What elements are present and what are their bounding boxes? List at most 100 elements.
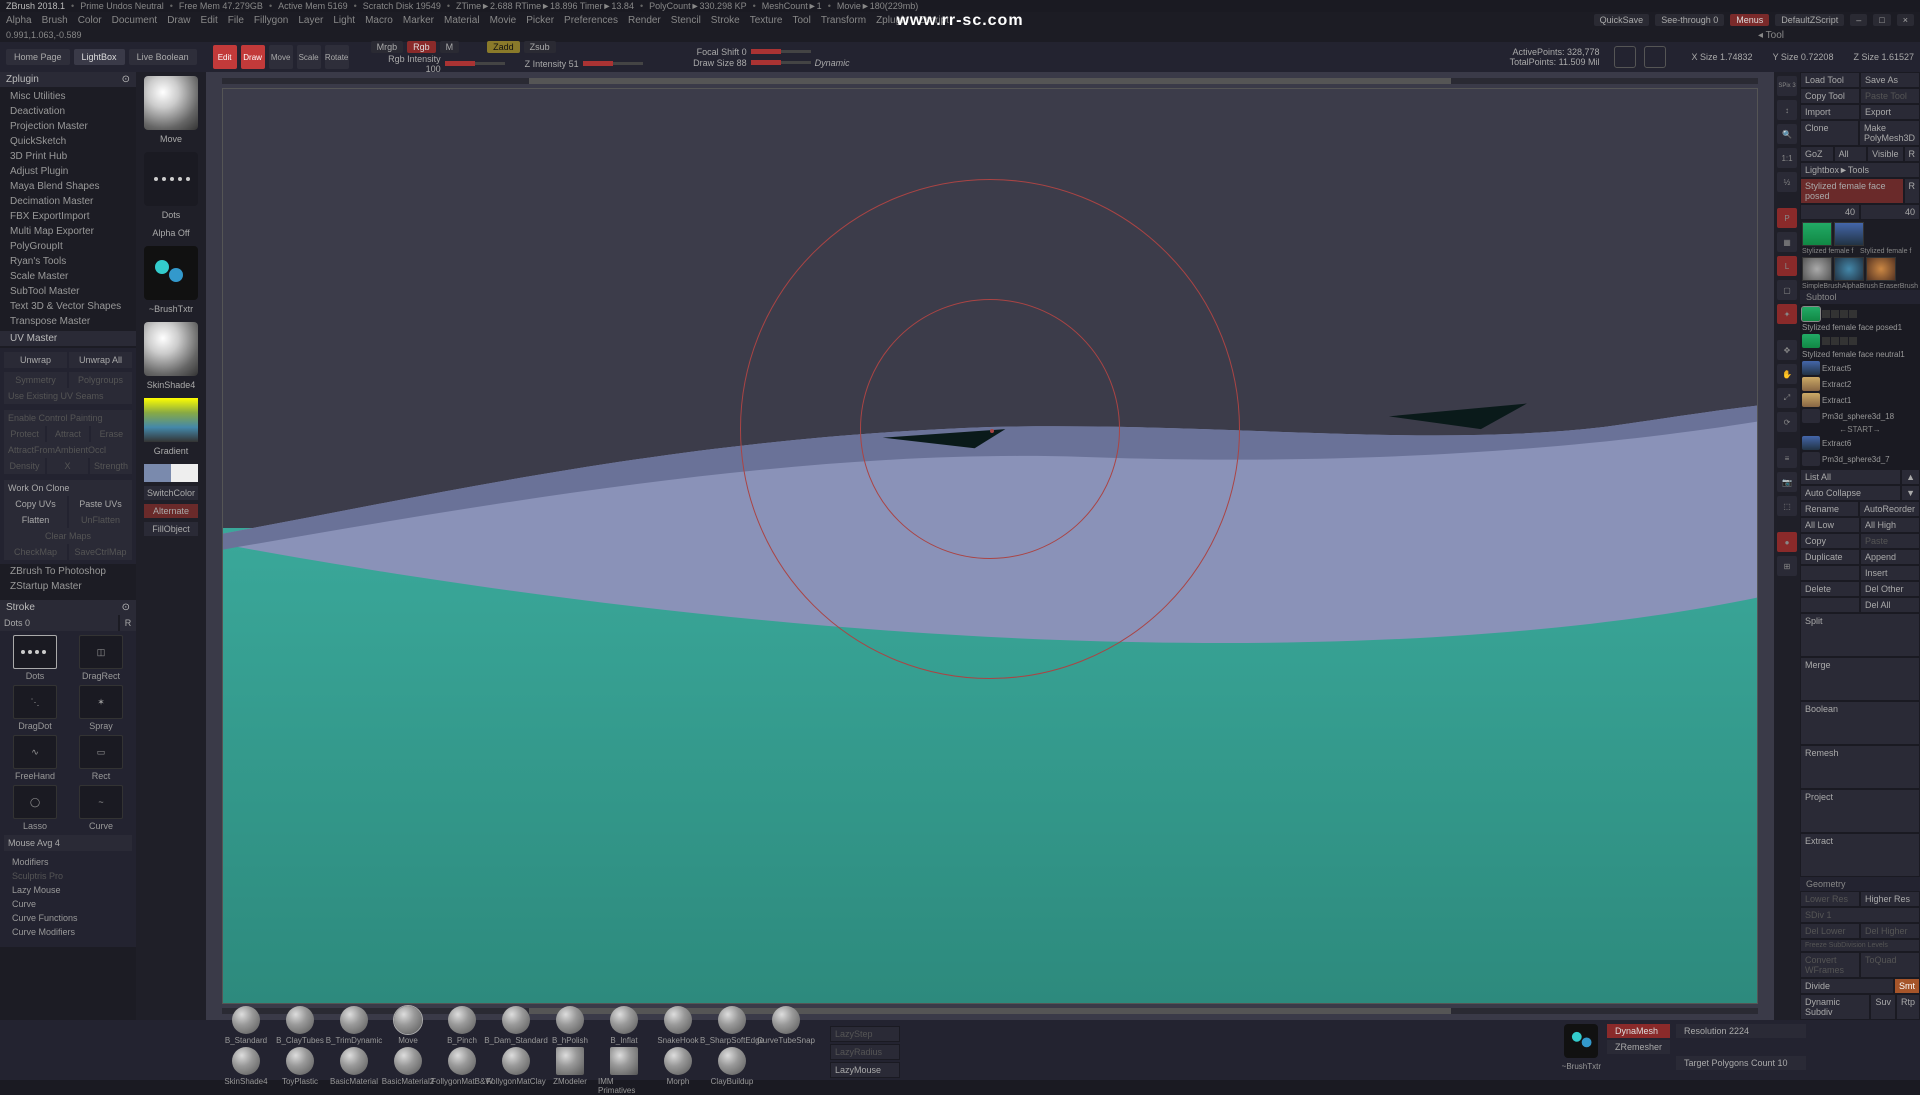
menu-preferences[interactable]: Preferences [564,15,618,26]
draw-size-slider[interactable]: Draw Size 88 [677,58,747,68]
alpha-swatch[interactable] [144,246,198,300]
menu-draw[interactable]: Draw [167,15,190,26]
shelf-brush[interactable]: B_ClayTubes [274,1006,326,1045]
subtool-row[interactable]: Extract1 [1802,392,1918,408]
menu-tool[interactable]: Tool [793,15,811,26]
merge-section[interactable]: Merge [1800,657,1920,701]
remesh-section[interactable]: Remesh [1800,745,1920,789]
material-swatch[interactable] [144,322,198,376]
rotate-view-icon[interactable]: ⟳ [1777,412,1797,432]
zplugin-item[interactable]: Projection Master [0,119,136,134]
tool-thumb[interactable] [1834,257,1864,281]
xyz-icon[interactable]: ✦ [1777,304,1797,324]
boolean-section[interactable]: Boolean [1800,701,1920,745]
zsub-button[interactable]: Zsub [524,41,556,53]
shelf-brush[interactable]: Move [382,1006,434,1045]
stroke-dragdot[interactable]: ⋱DragDot [4,685,66,731]
color-swatch[interactable] [144,464,198,482]
stroke-dots[interactable]: Dots [4,635,66,681]
resolution-slider[interactable]: Resolution 2224 [1676,1024,1806,1038]
menu-edit[interactable]: Edit [201,15,218,26]
goz-button[interactable]: GoZ [1800,146,1834,162]
stroke-freehand[interactable]: ∿FreeHand [4,735,66,781]
quicksave-button[interactable]: QuickSave [1594,14,1650,26]
window-max-icon[interactable]: □ [1873,14,1890,26]
menu-material[interactable]: Material [444,15,480,26]
shelf-mat[interactable]: ToyPlastic [274,1047,326,1095]
zplugin-item[interactable]: 3D Print Hub [0,149,136,164]
zplugin-item[interactable]: FBX ExportImport [0,209,136,224]
zplugin-item[interactable]: QuickSketch [0,134,136,149]
scale-mode-icon[interactable]: Scale [297,45,321,69]
export-button[interactable]: Export [1860,104,1920,120]
menu-picker[interactable]: Picker [526,15,554,26]
split-section[interactable]: Split [1800,613,1920,657]
use-seams-toggle[interactable]: Use Existing UV Seams [4,388,132,404]
menu-transform[interactable]: Transform [821,15,866,26]
subtool-row[interactable]: Extract2 [1802,376,1918,392]
append-button[interactable]: Append [1860,549,1920,565]
insert-button[interactable]: Insert [1860,565,1920,581]
stroke-curve-mod[interactable]: Curve Modifiers [4,925,132,939]
gizmo-a-icon[interactable] [1614,46,1636,68]
camw-icon[interactable]: 📷 [1777,472,1797,492]
divide-button[interactable]: Divide [1800,978,1894,994]
rgb-intensity-slider[interactable]: Rgb Intensity 100 [371,54,441,74]
zplugin-header[interactable]: Zplugin⊙ [0,72,136,87]
mrgb-button[interactable]: Mrgb [371,41,404,53]
delete-button[interactable]: Delete [1800,581,1860,597]
window-min-icon[interactable]: – [1850,14,1867,26]
menu-brush[interactable]: Brush [42,15,68,26]
shelf-mat[interactable]: BasicMaterial2 [382,1047,434,1095]
zbrush-to-photoshop[interactable]: ZBrush To Photoshop [0,564,136,579]
move-mode-icon[interactable]: Move [269,45,293,69]
current-tool[interactable]: Stylized female face posed [1800,178,1904,204]
shelf-mat[interactable]: FollygonMatB&W [436,1047,488,1095]
actual-icon[interactable]: 1:1 [1777,148,1797,168]
window-close-icon[interactable]: × [1897,14,1914,26]
copy-tool-button[interactable]: Copy Tool [1800,88,1860,104]
defaultzscript-button[interactable]: DefaultZScript [1775,14,1844,26]
stroke-dragrect[interactable]: ◫DragRect [70,635,132,681]
scale-view-icon[interactable]: ⤢ [1777,388,1797,408]
zplugin-item[interactable]: Transpose Master [0,314,136,329]
stroke-spray[interactable]: ✶Spray [70,685,132,731]
menu-marker[interactable]: Marker [403,15,434,26]
stroke-rect[interactable]: ▭Rect [70,735,132,781]
lightbox-button[interactable]: LightBox [74,49,125,65]
enable-control-painting[interactable]: Enable Control Painting [4,410,132,426]
tool-thumb[interactable] [1866,257,1896,281]
dynamic-subdiv[interactable]: Dynamic Subdiv [1800,994,1870,1020]
shelf-brush[interactable]: CurveTubeSnap [760,1006,812,1045]
top-scrollbar[interactable] [222,78,1758,84]
menu-stencil[interactable]: Stencil [671,15,701,26]
shelf-mat[interactable]: SkinShade4 [220,1047,272,1095]
viewport[interactable] [222,88,1758,1004]
polygroups-toggle[interactable]: Polygroups [69,372,132,388]
subtool-header[interactable]: Subtool [1800,290,1920,304]
menus-button[interactable]: Menus [1730,14,1769,26]
gizmo-b-icon[interactable] [1644,46,1666,68]
zplugin-item[interactable]: Maya Blend Shapes [0,179,136,194]
stroke-curve-fn[interactable]: Curve Functions [4,911,132,925]
subtool-row[interactable]: Extract6 [1802,435,1918,451]
zplugin-item[interactable]: Adjust Plugin [0,164,136,179]
rgb-button[interactable]: Rgb [407,41,436,53]
higher-res-button[interactable]: Higher Res [1860,891,1920,907]
zadd-button[interactable]: Zadd [487,41,520,53]
auto-collapse[interactable]: Auto Collapse [1800,485,1901,501]
zstartup-master[interactable]: ZStartup Master [0,579,136,594]
liveboolean-button[interactable]: Live Boolean [129,49,197,65]
zplugin-item[interactable]: Multi Map Exporter [0,224,136,239]
zplugin-item[interactable]: SubTool Master [0,284,136,299]
paste-tool-button[interactable]: Paste Tool [1860,88,1920,104]
local-icon[interactable]: L [1777,256,1797,276]
menu-macro[interactable]: Macro [365,15,393,26]
shelf-brush[interactable]: B_Dam_Standard [490,1006,542,1045]
xpose-icon[interactable]: ✥ [1777,340,1797,360]
flatten-button[interactable]: Flatten [4,512,67,528]
tool-thumb[interactable] [1834,222,1864,246]
seethrough-slider[interactable]: See-through 0 [1655,14,1724,26]
rotate-mode-icon[interactable]: Rotate [325,45,349,69]
shelf-brush[interactable]: B_Standard [220,1006,272,1045]
